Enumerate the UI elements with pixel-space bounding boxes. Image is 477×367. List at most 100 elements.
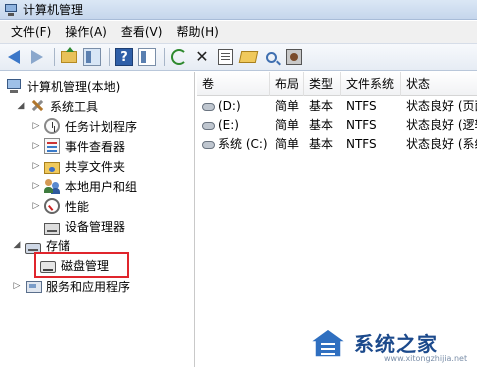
collapsed-arrow-icon[interactable]: ▷ [31, 181, 41, 191]
collapsed-arrow-icon[interactable]: ▷ [12, 281, 22, 291]
expanded-arrow-icon[interactable]: ◢ [12, 240, 22, 250]
tree-item-label: 共享文件夹 [65, 159, 126, 174]
menu-bar: 文件(F) 操作(A) 查看(V) 帮助(H) [0, 21, 477, 43]
volume-name: (E:) [218, 118, 239, 132]
open-icon [238, 51, 258, 63]
delete-button[interactable]: ✕ [192, 47, 212, 67]
toolbar: ? ✕ [0, 43, 477, 71]
refresh-button[interactable] [169, 47, 189, 67]
volume-cell: (E:) [197, 116, 270, 135]
back-button[interactable] [4, 47, 24, 67]
tools-icon [29, 98, 45, 114]
open-button[interactable] [238, 47, 258, 67]
column-header-volume[interactable]: 卷 [197, 72, 270, 96]
type-cell: 基本 [309, 118, 334, 132]
tree-item-task-scheduler[interactable]: ▷ 任务计划程序 [31, 116, 137, 136]
tree-item-label: 本地用户和组 [65, 179, 138, 194]
volume-cell: 系统 (C:) [197, 135, 270, 154]
search-icon [265, 51, 277, 63]
tree-item-shared-folders[interactable]: ▷ 共享文件夹 [31, 156, 125, 176]
column-header-type[interactable]: 类型 [304, 72, 341, 96]
properties-icon [217, 49, 233, 65]
console-tree-button[interactable] [137, 47, 157, 67]
device-manager-icon [44, 223, 60, 235]
table-row[interactable]: 系统 (C:) 简单 基本 NTFS 状态良好 (系统 [197, 135, 477, 154]
menu-help[interactable]: 帮助(H) [169, 21, 225, 43]
highlight-box [34, 252, 129, 278]
tree-item-label: 计算机管理(本地) [27, 79, 121, 94]
tree-item-performance[interactable]: ▷ 性能 [31, 196, 89, 216]
title-bar: 计算机管理 [0, 0, 477, 20]
menu-action[interactable]: 操作(A) [58, 21, 114, 43]
collapsed-arrow-icon[interactable]: ▷ [31, 141, 41, 151]
tree-item-label: 性能 [65, 199, 90, 214]
disk-tool-button[interactable] [284, 47, 304, 67]
filesystem-cell: NTFS [346, 99, 377, 113]
tree-item-local-users[interactable]: ▷ 本地用户和组 [31, 176, 137, 196]
tree-item-device-manager[interactable]: 设备管理器 [44, 216, 125, 236]
type-cell: 基本 [309, 99, 334, 113]
computer-management-icon [4, 3, 18, 17]
filesystem-cell: NTFS [346, 118, 377, 132]
volume-name: 系统 (C:) [218, 137, 268, 151]
tree-item-label: 存储 [46, 238, 71, 253]
properties-button[interactable] [215, 47, 235, 67]
house-logo-icon [308, 328, 348, 358]
services-icon [25, 278, 42, 294]
volume-name: (D:) [218, 99, 241, 113]
show-hide-tree-button[interactable] [82, 47, 102, 67]
watermark-text: 系统之家 [354, 332, 438, 356]
tree-item-services-apps[interactable]: ▷ 服务和应用程序 [12, 276, 130, 296]
help-icon: ? [115, 48, 133, 66]
table-row[interactable]: (E:) 简单 基本 NTFS 状态良好 (逻辑 [197, 116, 477, 135]
filesystem-cell: NTFS [346, 137, 377, 151]
toolbar-separator [109, 48, 110, 66]
volume-cell: (D:) [197, 97, 270, 116]
toolbar-separator [164, 48, 165, 66]
users-icon [44, 178, 60, 194]
table-row[interactable]: (D:) 简单 基本 NTFS 状态良好 (页面 [197, 97, 477, 116]
show-hide-tree-icon [83, 48, 101, 66]
expanded-arrow-icon[interactable]: ◢ [16, 101, 26, 111]
tree-item-system-tools[interactable]: ◢ 系统工具 [16, 96, 98, 116]
tree-item-root[interactable]: 计算机管理(本地) [6, 76, 120, 96]
drive-icon [202, 121, 215, 130]
column-header-layout[interactable]: 布局 [270, 72, 304, 96]
performance-gauge-icon [44, 198, 60, 214]
tree-item-event-viewer[interactable]: ▷ 事件查看器 [31, 136, 125, 156]
column-header-filesystem[interactable]: 文件系统 [341, 72, 401, 96]
status-cell: 状态良好 (页面 [406, 99, 477, 113]
help-button[interactable]: ? [114, 47, 134, 67]
search-button[interactable] [261, 47, 281, 67]
status-cell: 状态良好 (系统 [406, 137, 477, 151]
layout-cell: 简单 [275, 118, 300, 132]
collapsed-arrow-icon[interactable]: ▷ [31, 161, 41, 171]
tree-item-label: 服务和应用程序 [46, 279, 131, 294]
forward-icon [31, 50, 43, 64]
forward-button[interactable] [27, 47, 47, 67]
clock-icon [44, 118, 60, 134]
drive-icon [202, 140, 215, 149]
window-title: 计算机管理 [23, 3, 84, 17]
disk-tool-icon [286, 49, 302, 65]
console-tree: 计算机管理(本地) ◢ 系统工具 ▷ 任务计划程序 ▷ 事件查看器 ▷ 共享文件… [0, 72, 195, 367]
column-header-status[interactable]: 状态 [401, 72, 477, 96]
drive-icon [202, 102, 215, 111]
up-button[interactable] [59, 47, 79, 67]
tree-item-label: 事件查看器 [65, 139, 126, 154]
refresh-icon [171, 49, 187, 65]
up-icon [61, 47, 77, 63]
shared-folder-icon [44, 162, 60, 174]
delete-icon: ✕ [195, 47, 209, 66]
computer-icon [6, 78, 22, 94]
tree-item-label: 设备管理器 [65, 219, 126, 234]
tree-item-label: 任务计划程序 [65, 119, 138, 134]
collapsed-arrow-icon[interactable]: ▷ [31, 201, 41, 211]
menu-view[interactable]: 查看(V) [114, 21, 170, 43]
event-log-icon [44, 138, 60, 154]
toolbar-separator [54, 48, 55, 66]
collapsed-arrow-icon[interactable]: ▷ [31, 121, 41, 131]
watermark-url: www.xitongzhijia.net [384, 354, 468, 363]
menu-file[interactable]: 文件(F) [4, 21, 58, 43]
console-tree-icon [138, 48, 156, 66]
